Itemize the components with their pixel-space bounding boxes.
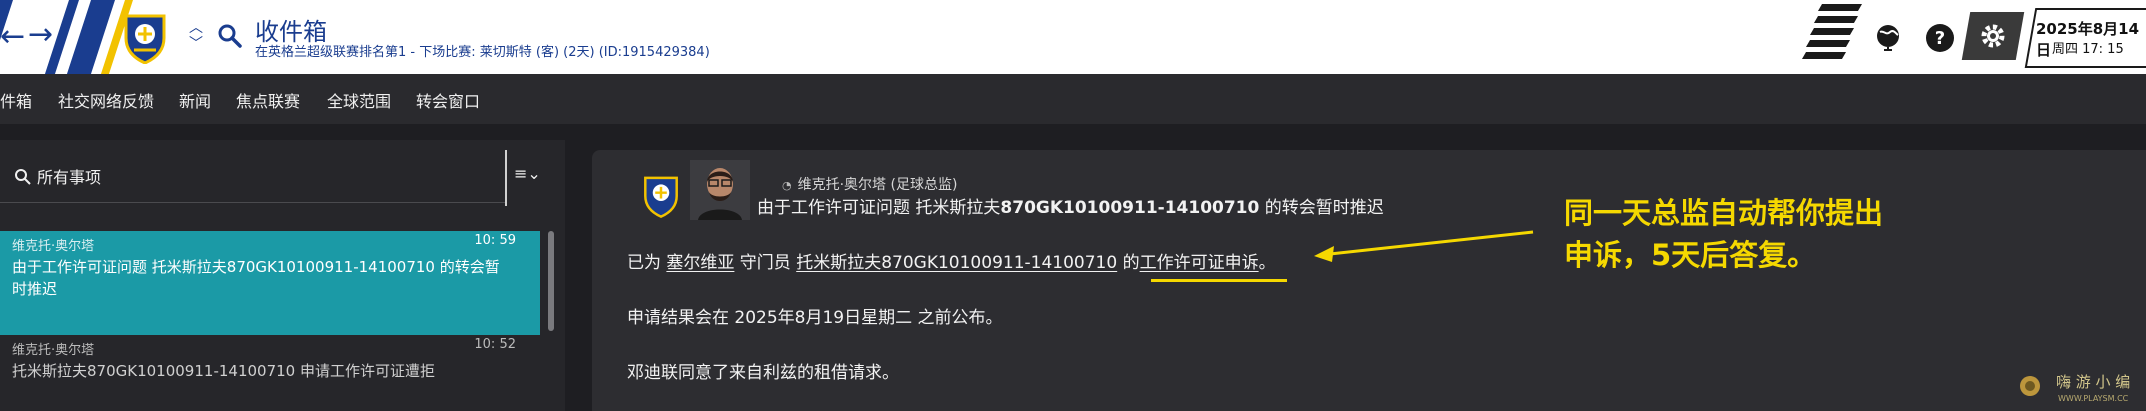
tab-social-feedback[interactable]: 社交网络反馈 bbox=[58, 88, 154, 112]
annotation-underline bbox=[1151, 279, 1287, 282]
tab-inbox[interactable]: 件箱 bbox=[0, 88, 32, 112]
club-crest-icon[interactable] bbox=[122, 12, 168, 64]
message-preview: 托米斯拉夫870GK10100911-14100710 申请工作许可证遭拒 bbox=[12, 362, 435, 380]
message-filter[interactable]: 所有事项 bbox=[0, 150, 505, 203]
gear-icon bbox=[1981, 24, 2005, 48]
list-chevron-icon[interactable]: ≡⌄ bbox=[514, 164, 541, 183]
player-link[interactable]: 托米斯拉夫870GK10100911-14100710 bbox=[796, 253, 1117, 273]
settings-button[interactable] bbox=[1961, 12, 2025, 60]
game-day-time: 周四 17: 15 bbox=[2052, 42, 2124, 57]
message-list-panel: 所有事项 ≡⌄ 维克托·奥尔塔 10: 59 由于工作许可证问题 托米斯拉夫87… bbox=[0, 140, 565, 411]
svg-text:?: ? bbox=[1935, 28, 1945, 49]
help-icon[interactable]: ? bbox=[1922, 20, 1958, 56]
annotation-text: 同一天总监自动帮你提出 申诉，5天后答复。 bbox=[1564, 196, 1884, 272]
search-icon[interactable] bbox=[216, 22, 244, 50]
club-crest-icon bbox=[644, 176, 678, 218]
watermark-text: 嗨 游 小 编 bbox=[2056, 373, 2131, 391]
list-item[interactable]: 维克托·奥尔塔 10: 52 托米斯拉夫870GK10100911-141007… bbox=[0, 335, 540, 411]
page-subtitle[interactable]: 在英格兰超级联赛排名第1 - 下场比赛: 莱切斯特 (客) (2天) (ID:1… bbox=[255, 41, 710, 60]
person-icon: ◔ bbox=[782, 179, 792, 192]
message-detail-panel: ◔ 维克托·奥尔塔 (足球总监) 由于工作许可证问题 托米斯拉夫870GK1010… bbox=[592, 150, 2146, 411]
item-navigator[interactable]: ︿ ﹀ bbox=[188, 20, 204, 52]
message-time: 10: 52 bbox=[474, 337, 516, 352]
tab-news[interactable]: 新闻 bbox=[179, 88, 211, 112]
header-decoration bbox=[1800, 0, 1870, 74]
message-sender[interactable]: ◔ 维克托·奥尔塔 (足球总监) bbox=[782, 174, 957, 194]
watermark-url: WWW.PLAYSM.CC bbox=[2058, 394, 2129, 403]
tab-global[interactable]: 全球范围 bbox=[327, 88, 391, 112]
nation-link[interactable]: 塞尔维亚 bbox=[666, 253, 734, 273]
message-time: 10: 59 bbox=[474, 233, 516, 248]
message-subject: 由于工作许可证问题 托米斯拉夫870GK10100911-14100710 的转… bbox=[757, 198, 1384, 218]
arrow-left-icon[interactable]: ← bbox=[0, 22, 25, 52]
message-body-line: 申请结果会在 2025年8月19日星期二 之前公布。 bbox=[627, 308, 1003, 328]
tab-transfer-window[interactable]: 转会窗口 bbox=[416, 88, 480, 112]
message-sender: 维克托·奥尔塔 bbox=[12, 343, 95, 358]
chevron-down-icon[interactable]: ﹀ bbox=[188, 36, 204, 52]
message-preview: 由于工作许可证问题 托米斯拉夫870GK10100911-14100710 的转… bbox=[12, 258, 500, 298]
chevron-up-icon[interactable]: ︿ bbox=[188, 20, 204, 36]
inbox-tabs: 件箱 社交网络反馈 新闻 焦点联赛 全球范围 转会窗口 bbox=[0, 74, 2146, 124]
work-permit-link[interactable]: 工作许可证申诉 bbox=[1140, 253, 1259, 273]
filter-label: 所有事项 bbox=[37, 168, 102, 187]
list-item-selected[interactable]: 维克托·奥尔塔 10: 59 由于工作许可证问题 托米斯拉夫870GK10100… bbox=[0, 231, 540, 335]
annotation-arrow bbox=[1314, 230, 1534, 262]
message-sender: 维克托·奥尔塔 bbox=[12, 239, 95, 254]
search-icon bbox=[15, 169, 31, 185]
arrow-right-icon[interactable]: → bbox=[28, 20, 53, 50]
message-body-line: 邓迪联同意了来自利兹的租借请求。 bbox=[627, 363, 899, 383]
avatar[interactable] bbox=[690, 160, 750, 220]
top-header: ← → ︿ ﹀ 收件箱 在英格兰超级联赛排名第1 - 下场比赛: 莱切斯特 (客… bbox=[0, 0, 2146, 74]
scrollbar[interactable] bbox=[548, 231, 554, 331]
message-body-line: 已为 塞尔维亚 守门员 托米斯拉夫870GK10100911-14100710 … bbox=[627, 253, 1276, 273]
globe-icon[interactable] bbox=[1870, 20, 1906, 56]
tab-focus-league[interactable]: 焦点联赛 bbox=[236, 88, 300, 112]
divider bbox=[505, 150, 507, 206]
